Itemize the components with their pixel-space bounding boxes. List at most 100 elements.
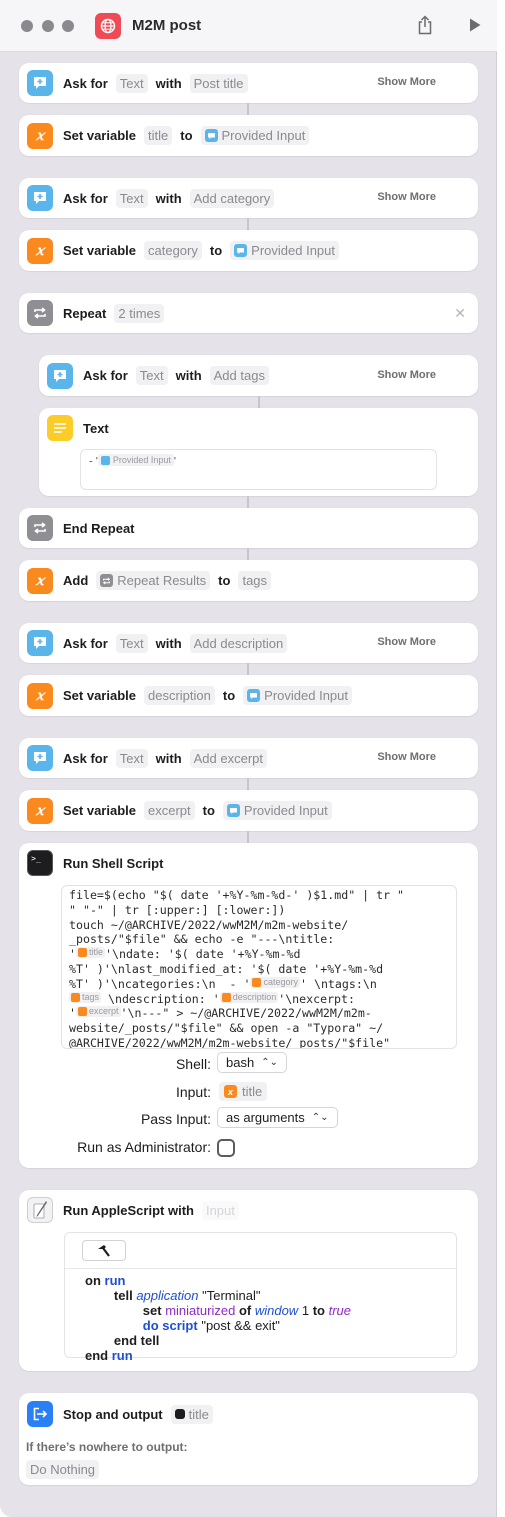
code-line: \ndescription: ' xyxy=(101,991,220,1006)
show-more-button[interactable]: Show More xyxy=(377,636,436,648)
connector xyxy=(247,831,249,843)
connector xyxy=(247,218,249,230)
category-variable-token[interactable]: category xyxy=(250,976,301,988)
action-run-applescript[interactable]: Run AppleScript with Input on run tell a… xyxy=(19,1190,478,1371)
show-more-button[interactable]: Show More xyxy=(377,751,436,763)
action-repeat[interactable]: Repeat 2 times ✕ xyxy=(19,293,478,333)
repeat-results-token[interactable]: Repeat Results xyxy=(96,571,211,590)
provided-input-token[interactable]: Provided Input xyxy=(243,686,352,705)
provided-input-token[interactable]: Provided Input xyxy=(97,454,174,466)
code-line: website/_posts/"$file" && open -a "Typor… xyxy=(69,1021,384,1036)
variable-name-token[interactable]: description xyxy=(144,686,215,705)
shell-value: bash xyxy=(226,1055,255,1070)
speech-bubble-icon xyxy=(27,630,53,656)
provided-input-text: Provided Input xyxy=(251,243,335,258)
code-line: file=$(echo "$( date '+%Y-%m-%d-' )$1.md… xyxy=(69,888,405,902)
provided-input-token[interactable]: Provided Input xyxy=(222,801,332,820)
pass-input-popup[interactable]: as arguments ⌃⌄ xyxy=(217,1107,338,1128)
output-variable-token[interactable]: title xyxy=(170,1404,213,1424)
connector xyxy=(247,778,249,790)
provided-input-token[interactable]: Provided Input xyxy=(230,241,339,260)
globe-icon[interactable] xyxy=(95,13,121,39)
code-line: '\n---" > ~/@ARCHIVE/2022/wwM2M/m2m- xyxy=(120,1006,372,1021)
variable-x-icon: x xyxy=(224,1085,237,1098)
text-content-field[interactable]: - ' Provided Input ' xyxy=(80,449,437,490)
applescript-editor[interactable]: on run tell application "Terminal" set m… xyxy=(64,1232,457,1363)
code-line: ' xyxy=(69,947,76,962)
variable-name-token[interactable]: tags xyxy=(238,571,272,590)
ask-for-label: Ask for xyxy=(83,368,128,383)
show-more-button[interactable]: Show More xyxy=(377,369,436,381)
provided-input-token[interactable]: Provided Input xyxy=(200,126,310,145)
action-ask-excerpt[interactable]: Ask for Text with Add excerpt Show More xyxy=(19,738,478,778)
input-label: Input: xyxy=(175,1084,211,1100)
speech-bubble-icon xyxy=(247,689,261,702)
prompt-token[interactable]: Add category xyxy=(189,188,275,208)
variable-x-icon: 𝑥 xyxy=(27,682,53,709)
tags-variable-token[interactable]: tags xyxy=(69,991,102,1003)
action-set-variable-excerpt[interactable]: 𝑥 Set variable excerpt to Provided Input xyxy=(19,790,478,831)
variable-name-token[interactable]: excerpt xyxy=(144,801,195,820)
show-more-button[interactable]: Show More xyxy=(377,191,436,203)
code-line: touch ~/@ARCHIVE/2022/wwM2M/m2m-website/ xyxy=(69,917,349,932)
code-line: @ARCHIVE/2022/wwM2M/m2m-website/_posts/"… xyxy=(69,1035,391,1049)
action-text[interactable]: Text - ' Provided Input ' xyxy=(39,408,478,496)
action-set-variable-category[interactable]: 𝑥 Set variable category to Provided Inpu… xyxy=(19,230,478,271)
speech-bubble-icon xyxy=(226,804,240,817)
speech-bubble-icon xyxy=(204,129,218,142)
exit-arrow-icon xyxy=(27,1401,53,1427)
action-set-variable-title[interactable]: 𝑥 Set variable title to Provided Input xyxy=(19,115,478,156)
shell-label: Shell: xyxy=(175,1056,211,1072)
speech-bubble-icon xyxy=(27,70,53,96)
variable-name-token[interactable]: category xyxy=(144,241,202,260)
type-token[interactable]: Text xyxy=(115,748,148,768)
prompt-token[interactable]: Add excerpt xyxy=(189,748,268,768)
repeat-count-token[interactable]: 2 times xyxy=(114,303,165,323)
variable-name-token[interactable]: title xyxy=(144,126,173,145)
run-play-icon[interactable] xyxy=(464,14,486,36)
action-ask-category[interactable]: Ask for Text with Add category Show More xyxy=(19,178,478,218)
shortcut-window: M2M post Ask for Text with Post title Sh… xyxy=(0,0,497,1517)
nowhere-option-token[interactable]: Do Nothing xyxy=(26,1460,100,1479)
action-set-variable-description[interactable]: 𝑥 Set variable description to Provided I… xyxy=(19,675,478,716)
action-add-to-variable[interactable]: 𝑥 Add Repeat Results to tags xyxy=(19,560,478,601)
text-suffix: ' xyxy=(173,455,176,468)
excerpt-variable-token[interactable]: excerpt xyxy=(75,1006,121,1018)
provided-input-text: Provided Input xyxy=(243,803,328,818)
action-ask-description[interactable]: Ask for Text with Add description Show M… xyxy=(19,623,478,663)
title-variable-token[interactable]: title xyxy=(75,947,105,959)
prompt-token[interactable]: Post title xyxy=(189,73,248,93)
set-variable-label: Set variable xyxy=(63,128,136,143)
speech-bubble-icon xyxy=(234,244,248,257)
type-token[interactable]: Text xyxy=(115,73,148,93)
action-run-shell-script[interactable]: >_ Run Shell Script file=$(echo "$( date… xyxy=(19,843,478,1168)
compile-hammer-icon[interactable] xyxy=(82,1240,126,1261)
zoom-window-button[interactable] xyxy=(62,20,74,32)
provided-input-text: Provided Input xyxy=(112,455,171,465)
description-variable-token[interactable]: description xyxy=(219,991,279,1003)
shell-popup[interactable]: bash ⌃⌄ xyxy=(217,1052,287,1073)
to-label: to xyxy=(180,128,193,143)
type-token[interactable]: Text xyxy=(115,633,148,653)
close-window-button[interactable] xyxy=(21,20,33,32)
show-more-button[interactable]: Show More xyxy=(377,76,436,88)
type-token[interactable]: Text xyxy=(115,188,148,208)
set-variable-label: Set variable xyxy=(63,243,136,258)
minimize-window-button[interactable] xyxy=(42,20,54,32)
remove-icon[interactable]: ✕ xyxy=(454,305,466,322)
admin-checkbox[interactable] xyxy=(217,1139,235,1157)
window-title: M2M post xyxy=(132,17,202,34)
action-ask-title[interactable]: Ask for Text with Post title Show More xyxy=(19,63,478,103)
with-label: with xyxy=(155,75,182,91)
action-stop-and-output[interactable]: Stop and output title If there’s nowhere… xyxy=(19,1393,478,1485)
action-ask-tags[interactable]: Ask for Text with Add tags Show More xyxy=(39,355,478,396)
share-icon[interactable] xyxy=(414,14,436,36)
action-end-repeat[interactable]: End Repeat xyxy=(19,508,478,548)
input-variable-token[interactable]: x title xyxy=(219,1082,268,1101)
to-label: to xyxy=(202,803,215,818)
input-placeholder-token[interactable]: Input xyxy=(201,1200,239,1220)
shell-script-editor[interactable]: file=$(echo "$( date '+%Y-%m-%d-' )$1.md… xyxy=(61,885,457,1049)
prompt-token[interactable]: Add description xyxy=(189,633,288,653)
prompt-token[interactable]: Add tags xyxy=(209,366,269,385)
type-token[interactable]: Text xyxy=(135,366,168,385)
